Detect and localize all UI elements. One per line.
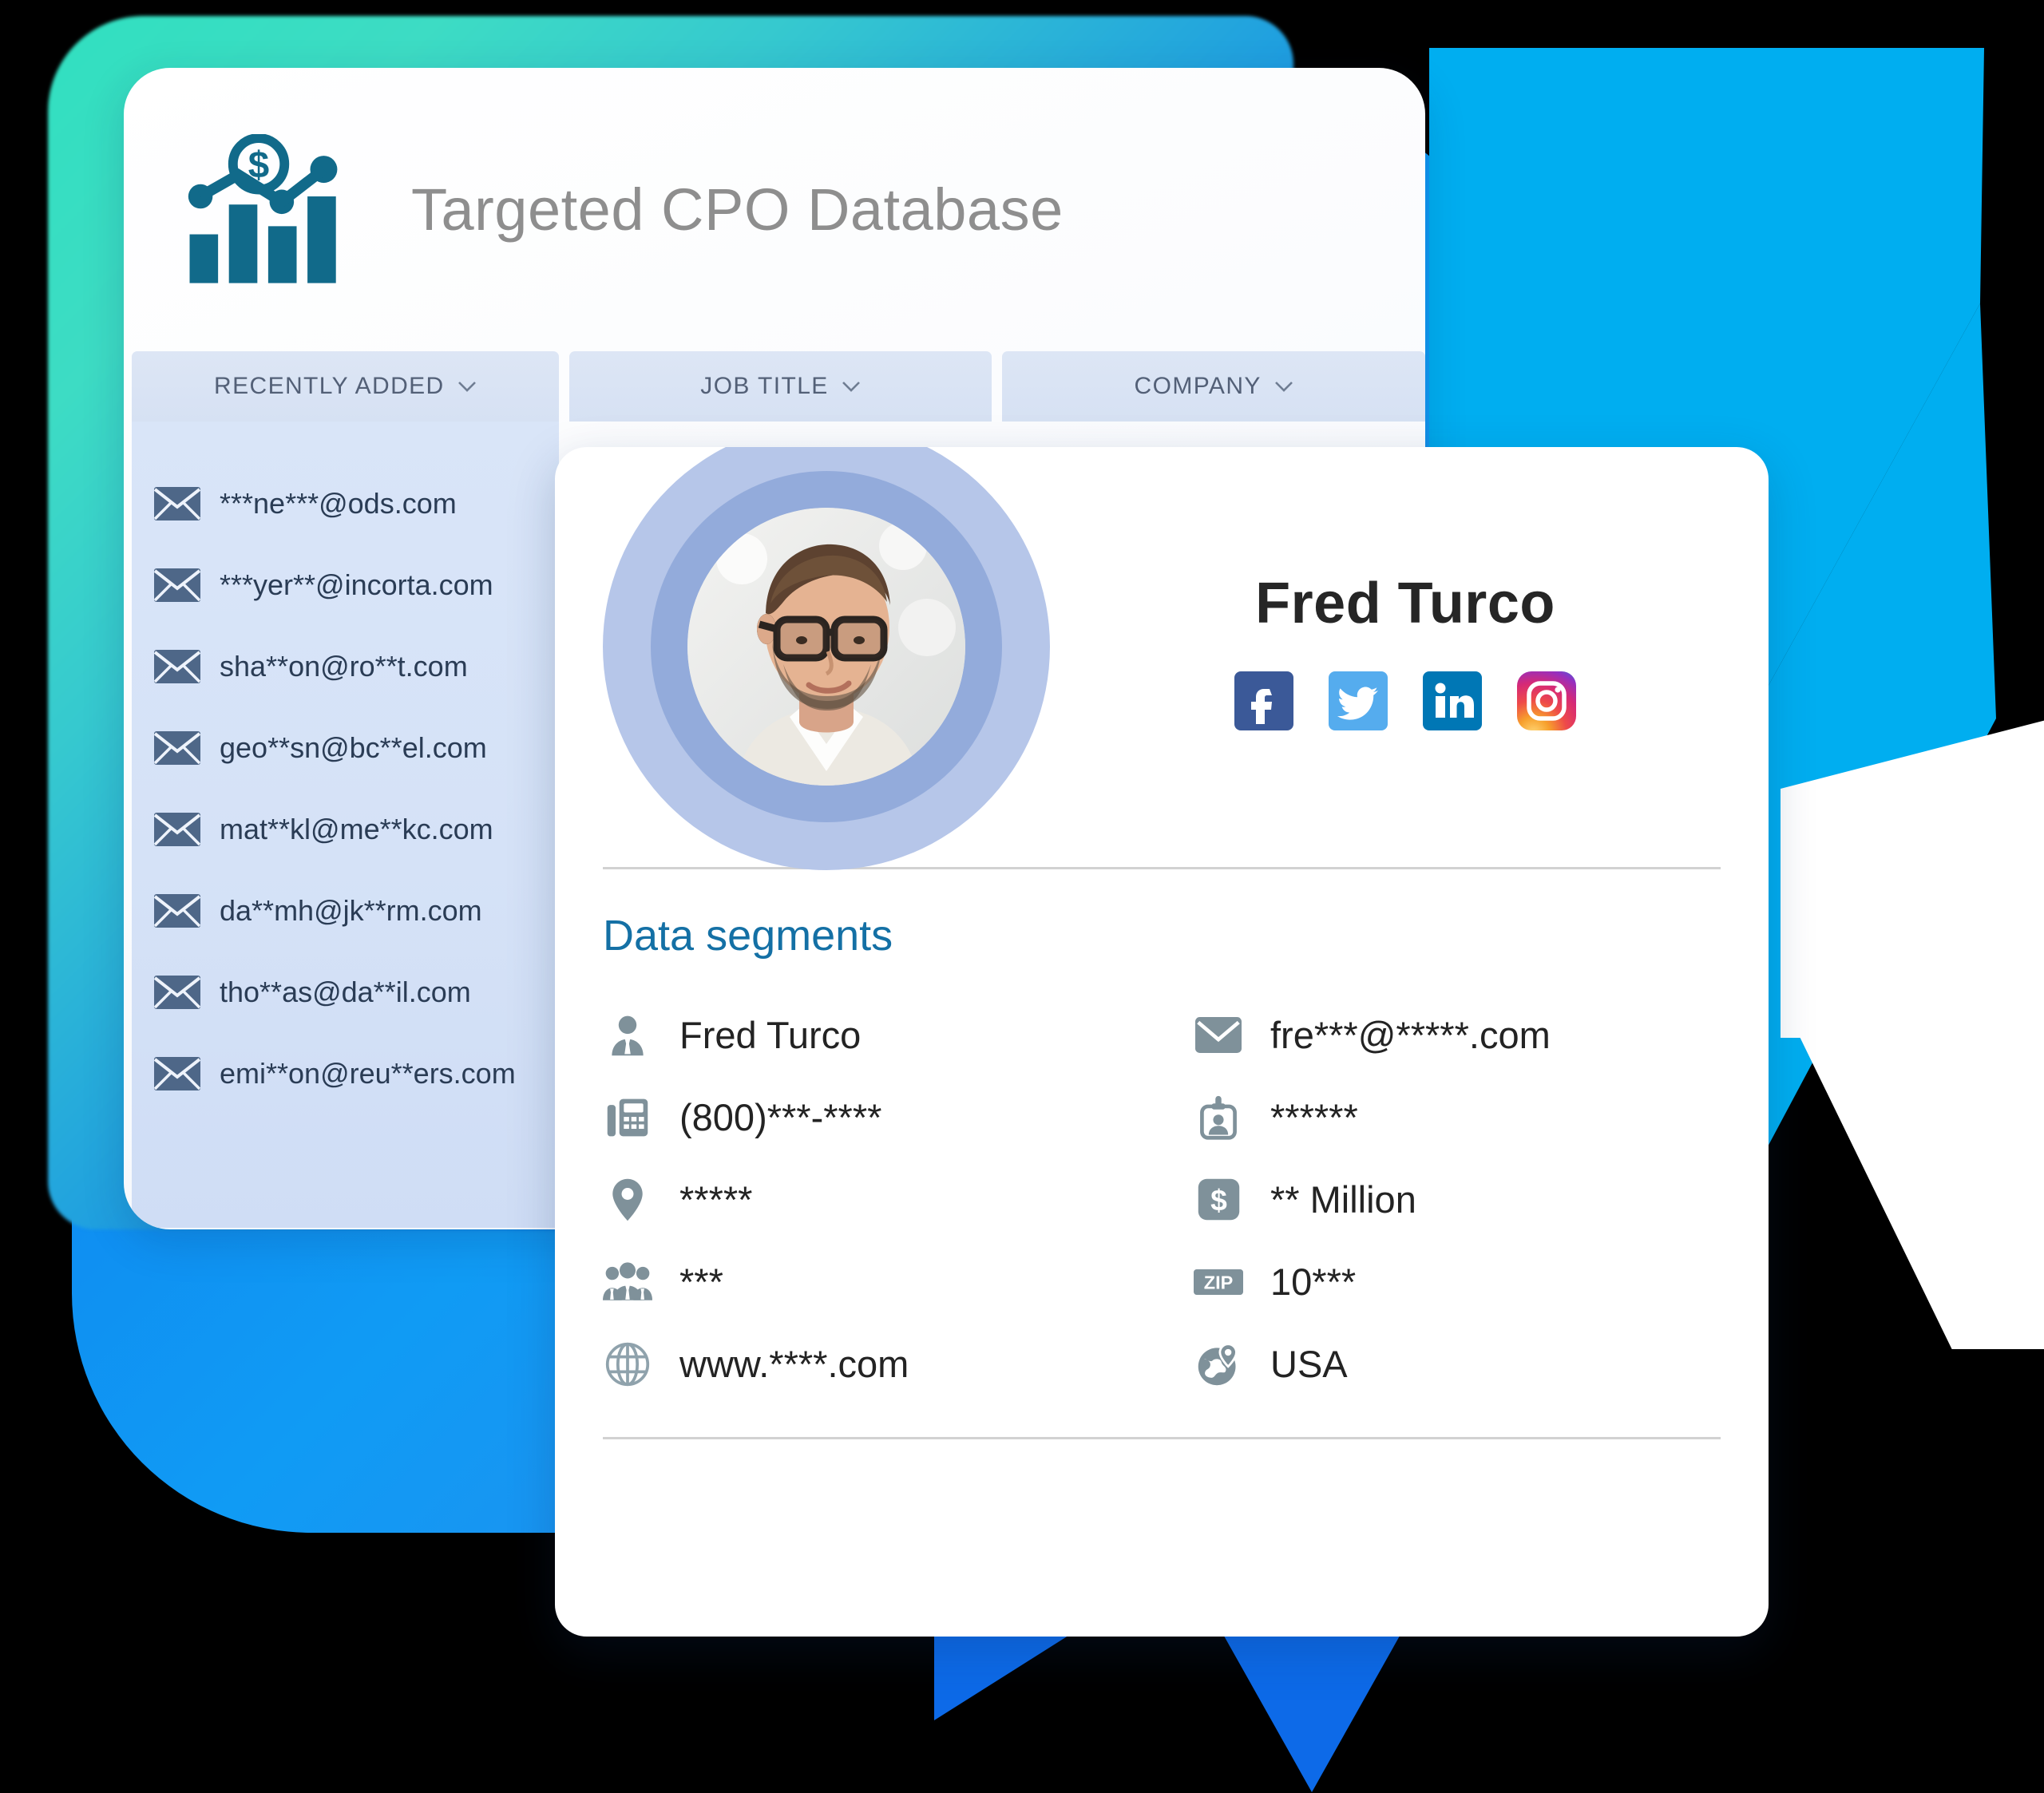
segment-row-email: fre***@*****.com [1194,994,1769,1076]
data-segments-grid: Fred Turco fre***@*****.com (800)***-***… [555,960,1769,1405]
segment-value: *** [679,1261,723,1303]
profile-card: Fred Turco Data segments Fred Turco fre*… [555,447,1769,1637]
segment-row-country: USA [1194,1323,1769,1405]
data-segments-title: Data segments [603,912,893,960]
list-item[interactable]: geo**sn@bc**el.com [154,707,559,789]
segment-value: www.****.com [679,1343,909,1385]
globe-pin-icon [1194,1340,1243,1389]
email-text: ***yer**@incorta.com [220,568,493,601]
email-text: mat**kl@me**kc.com [220,813,493,845]
list-item[interactable]: ***yer**@incorta.com [154,544,559,626]
instagram-icon[interactable] [1517,671,1576,730]
envelope-icon [154,1057,200,1090]
segment-value: fre***@*****.com [1270,1014,1551,1056]
avatar [687,508,965,786]
email-text: da**mh@jk**rm.com [220,894,482,927]
recently-added-list: ***ne***@ods.com ***yer**@incorta.com sh… [132,422,559,1228]
social-links [1234,671,1576,730]
zip-badge-icon: ZIP [1194,1257,1243,1307]
column-header-company[interactable]: COMPANY [1002,351,1425,422]
email-text: tho**as@da**il.com [220,976,471,1008]
list-item[interactable]: ***ne***@ods.com [154,463,559,544]
divider-bottom [603,1437,1721,1439]
list-item[interactable]: mat**kl@me**kc.com [154,789,559,870]
email-text: ***ne***@ods.com [220,487,457,520]
segment-value: (800)***-**** [679,1096,882,1138]
envelope-icon [154,487,200,520]
envelope-icon [154,976,200,1009]
fax-phone-icon [603,1093,652,1142]
database-card-header: $ Targeted CPO Database [124,68,1425,351]
segment-value: Fred Turco [679,1014,862,1056]
segment-row-zip: ZIP 10*** [1194,1241,1769,1323]
globe-grid-icon [603,1340,652,1389]
svg-text:$: $ [1210,1183,1227,1217]
envelope-icon [154,731,200,765]
segment-value: 10*** [1270,1261,1357,1303]
column-header-label: RECENTLY ADDED [214,373,445,399]
profile-header: Fred Turco [555,447,1769,870]
envelope-icon [154,894,200,928]
bar-chart-dollar-icon: $ [188,133,338,283]
column-header-label: COMPANY [1134,373,1262,399]
segment-value: USA [1270,1343,1348,1385]
email-text: geo**sn@bc**el.com [220,731,487,764]
segment-value: ***** [679,1178,753,1221]
linkedin-icon[interactable] [1423,671,1482,730]
profile-name: Fred Turco [1255,572,1555,635]
dollar-square-icon: $ [1194,1175,1243,1225]
envelope-icon [154,650,200,683]
twitter-icon[interactable] [1329,671,1388,730]
chevron-down-icon [458,382,476,392]
column-header-recently-added[interactable]: RECENTLY ADDED [132,351,559,422]
segment-row-employees: *** [603,1241,1194,1323]
segment-row-website: www.****.com [603,1323,1194,1405]
people-group-icon [603,1257,652,1307]
segment-row-revenue: $ ** Million [1194,1158,1769,1241]
email-text: emi**on@reu**ers.com [220,1057,516,1090]
column-header-job-title[interactable]: JOB TITLE [568,351,992,422]
chevron-down-icon [842,382,860,392]
svg-text:ZIP: ZIP [1204,1272,1234,1292]
avatar-ring-outer [603,447,1050,870]
list-item[interactable]: emi**on@reu**ers.com [154,1033,559,1114]
email-text: sha**on@ro**t.com [220,650,468,683]
column-header-row: RECENTLY ADDED JOB TITLE COMPANY [124,351,1425,422]
id-badge-icon [1194,1093,1243,1142]
envelope-icon [154,568,200,602]
segment-value: ** Million [1270,1178,1416,1221]
blue-bottom-pointer [1218,1625,1406,1792]
avatar-portrait-illustration [687,508,965,786]
facebook-icon[interactable] [1234,671,1293,730]
screenshot-stage: $ Targeted CPO Database RECENTLY ADDED J… [0,0,2044,1793]
list-item[interactable]: tho**as@da**il.com [154,952,559,1033]
segment-value: ****** [1270,1096,1358,1138]
envelope-icon [154,813,200,846]
chevron-down-icon [1274,382,1293,392]
segment-row-name: Fred Turco [603,994,1194,1076]
segment-row-location: ***** [603,1158,1194,1241]
profile-identity: Fred Turco [1042,571,1769,730]
location-pin-icon [603,1175,652,1225]
segment-row-phone: (800)***-**** [603,1076,1194,1158]
envelope-icon [1194,1011,1243,1060]
column-header-label: JOB TITLE [700,373,829,399]
list-item[interactable]: sha**on@ro**t.com [154,626,559,707]
list-item[interactable]: da**mh@jk**rm.com [154,870,559,952]
segment-row-job-title: ****** [1194,1076,1769,1158]
page-title: Targeted CPO Database [411,176,1064,243]
person-tie-icon [603,1011,652,1060]
avatar-ring-inner [651,471,1002,822]
